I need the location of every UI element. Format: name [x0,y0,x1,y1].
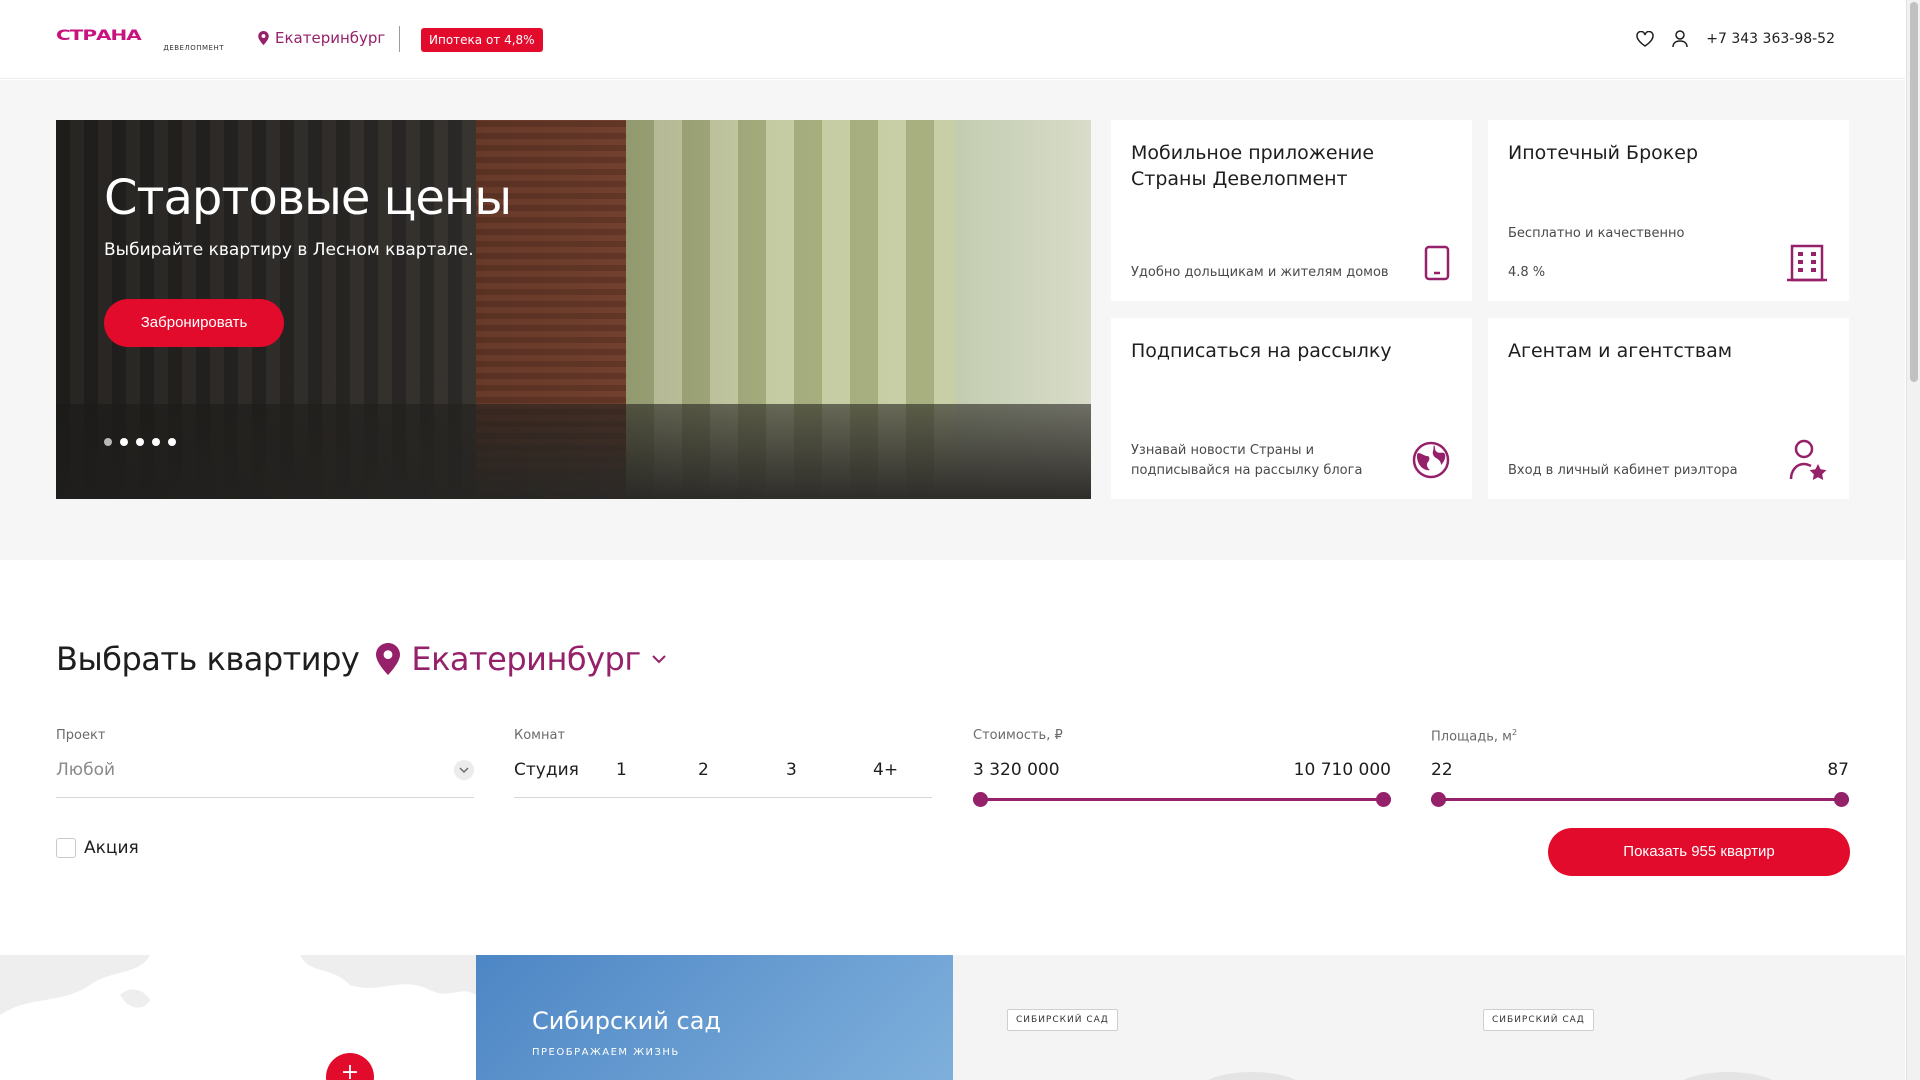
area-max-handle[interactable] [1834,792,1849,807]
area-label: Площадь, м2 [1431,728,1517,744]
project-card-sibirsky-sad[interactable]: Сибирский сад ПРЕОБРАЖАЕМ ЖИЗНЬ [476,955,953,1080]
rooms-label: Комнат [514,728,566,743]
card-mobile-app[interactable]: Мобильное приложение Страны Девелопмент … [1111,120,1472,301]
area-range-track [1431,798,1849,801]
card-mortgage-broker-rate: 4.8 % [1508,265,1546,280]
area-range-slider[interactable]: 22 87 [1431,756,1849,807]
card-mortgage-broker[interactable]: Ипотечный Брокер Бесплатно и качественно… [1488,120,1849,301]
city-name: Екатеринбург [275,29,386,47]
price-min-value[interactable]: 3 320 000 [973,760,1060,780]
slider-dot-2[interactable] [120,438,128,446]
price-label: Стоимость, ₽ [973,728,1063,743]
price-range-track [973,798,1391,801]
globe-icon [1412,441,1450,479]
projects-map[interactable]: + [0,955,476,1080]
filter-city-selector[interactable]: Екатеринбург [375,640,666,678]
project-select[interactable]: Любой [56,756,474,798]
promo-checkbox-row[interactable]: Акция [56,838,139,858]
price-min-handle[interactable] [973,792,988,807]
logo-word: СТРАНА [56,26,142,44]
hero-subtitle: Выбирайте квартиру в Лесном квартале. [104,240,474,260]
rooms-option-1[interactable]: 1 [616,760,627,780]
rooms-option-3[interactable]: 3 [786,760,797,780]
slider-dots [104,438,176,446]
project-card-slogan: ПРЕОБРАЖАЕМ ЖИЗНЬ [532,1047,680,1058]
header-actions: +7 343 363-98-52 [1636,30,1835,48]
favorites-heart-icon[interactable] [1636,31,1655,47]
user-profile-icon[interactable] [1672,30,1689,48]
location-pin-icon [376,643,401,675]
project-select-chevron [454,760,474,780]
card-agents[interactable]: Агентам и агентствам Вход в личный кабин… [1488,318,1849,499]
brand-logo[interactable]: СТРАНА ДЕВЕЛОПМЕНТ [56,26,224,52]
apartment-filter-title: Выбрать квартиру Екатеринбург [56,640,667,678]
site-header: СТРАНА ДЕВЕЛОПМЕНТ Екатеринбург Ипотека … [0,0,1905,79]
card-newsletter[interactable]: Подписаться на рассылку Узнавай новости … [1111,318,1472,499]
card-mortgage-broker-desc: Бесплатно и качественно [1508,226,1685,241]
rooms-option-studio[interactable]: Студия [514,760,579,780]
book-button[interactable]: Забронировать [104,299,284,347]
slider-dot-5[interactable] [168,438,176,446]
area-label-text: Площадь, м [1431,729,1512,745]
rooms-option-2[interactable]: 2 [698,760,709,780]
logo-subtitle: ДЕВЕЛОПМЕНТ [163,44,224,52]
city-selector[interactable]: Екатеринбург [258,29,385,47]
phone-icon [1424,245,1450,281]
project-card-title: Сибирский сад [532,1007,721,1035]
price-range-slider[interactable]: 3 320 000 10 710 000 [973,756,1391,807]
card-mobile-app-title: Мобильное приложение Страны Девелопмент [1131,142,1375,190]
filter-city-name: Екатеринбург [411,640,641,678]
promo-checkbox-label: Акция [84,838,139,858]
rooms-option-4plus[interactable]: 4+ [873,760,898,780]
card-newsletter-title: Подписаться на рассылку [1131,340,1392,362]
building-icon [1787,244,1827,282]
project-tag-2[interactable]: СИБИРСКИЙ САД [1483,1009,1594,1031]
rooms-selector: Студия 1 2 3 4+ [514,756,932,798]
hero-slider[interactable]: Стартовые цены Выбирайте квартиру в Лесн… [56,120,1091,499]
location-pin-icon [258,31,269,45]
area-label-sup: 2 [1511,728,1518,737]
price-max-handle[interactable] [1376,792,1391,807]
chevron-down-icon [651,655,666,664]
project-select-value: Любой [56,760,116,780]
slider-dot-1[interactable] [104,438,112,446]
promo-checkbox[interactable] [56,838,76,858]
scrollbar-thumb[interactable] [1910,2,1918,382]
card-agents-desc: Вход в личный кабинет риэлтора [1508,463,1738,478]
hero-title: Стартовые цены [104,170,512,226]
card-mortgage-broker-title: Ипотечный Брокер [1508,142,1698,164]
phone-number[interactable]: +7 343 363-98-52 [1706,31,1835,47]
page-scrollbar[interactable] [1906,0,1920,1080]
card-agents-title: Агентам и агентствам [1508,340,1733,362]
slider-dot-3[interactable] [136,438,144,446]
slider-dot-4[interactable] [152,438,160,446]
filter-heading: Выбрать квартиру [56,640,360,678]
mortgage-badge[interactable]: Ипотека от 4,8% [421,28,543,52]
card-mobile-app-desc: Удобно дольщикам и жителям домов [1131,265,1389,280]
user-star-icon [1789,439,1827,480]
project-label: Проект [56,728,106,743]
chevron-down-icon [459,767,469,774]
header-divider [399,26,400,52]
map-landmass-shape [0,955,476,1080]
project-tag-1[interactable]: СИБИРСКИЙ САД [1007,1009,1118,1031]
card-newsletter-desc: Узнавай новости Страны и подписывайся на… [1131,443,1363,478]
show-apartments-button[interactable]: Показать 955 квартир [1548,828,1850,876]
area-min-value[interactable]: 22 [1431,760,1453,780]
area-max-value[interactable]: 87 [1827,760,1849,780]
area-min-handle[interactable] [1431,792,1446,807]
price-max-value[interactable]: 10 710 000 [1294,760,1391,780]
